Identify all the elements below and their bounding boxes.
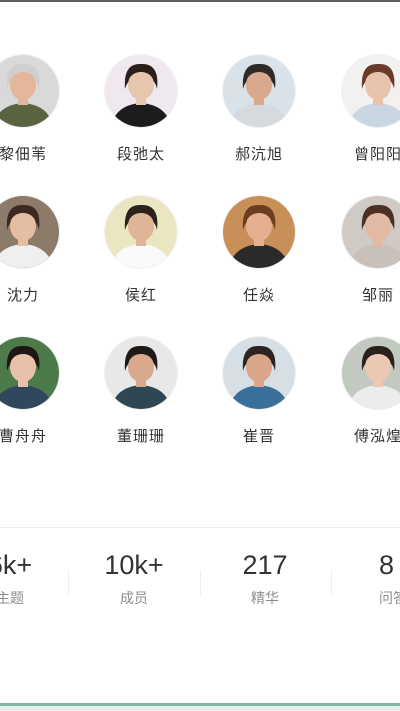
avatar[interactable] — [0, 337, 59, 409]
stat-label: 成员 — [120, 591, 148, 607]
member-item[interactable]: 傅泓煌 — [333, 337, 400, 446]
member-item[interactable]: 崔晋 — [214, 337, 304, 446]
avatar[interactable] — [342, 55, 400, 127]
member-name: 黎佃苇 — [0, 145, 47, 163]
avatar[interactable] — [105, 196, 177, 268]
stat-separator — [331, 570, 332, 596]
member-item[interactable]: 董珊珊 — [96, 337, 186, 446]
member-name: 崔晋 — [242, 427, 275, 445]
member-name: 任焱 — [242, 286, 275, 304]
member-name: 曾阳阳 — [353, 145, 400, 163]
member-item[interactable]: 邹丽 — [333, 196, 400, 305]
section-divider — [0, 527, 400, 528]
avatar-photo-icon — [342, 55, 400, 127]
stat-featured[interactable]: 217 精华 — [210, 548, 320, 608]
member-item[interactable]: 侯红 — [96, 196, 186, 305]
member-item[interactable]: 任焱 — [214, 196, 304, 305]
member-item[interactable]: 曾阳阳 — [333, 55, 400, 164]
member-name: 侯红 — [124, 286, 157, 304]
stat-value: 8 — [379, 550, 395, 580]
avatar[interactable] — [342, 337, 400, 409]
member-item[interactable]: 段弛太 — [96, 55, 186, 164]
member-item[interactable]: 沈力 — [0, 196, 68, 305]
avatar-photo-icon — [105, 55, 177, 127]
avatar-photo-icon — [223, 55, 295, 127]
member-item[interactable]: 黎佃苇 — [0, 55, 68, 164]
member-name: 段弛太 — [116, 145, 165, 163]
stat-separator — [200, 570, 201, 596]
stat-value: 10k+ — [104, 550, 164, 580]
stat-label: 精华 — [251, 591, 279, 607]
stat-label: 问答 — [379, 591, 400, 607]
avatar[interactable] — [0, 55, 59, 127]
avatar-photo-icon — [0, 55, 59, 127]
member-item[interactable]: 郝沆旭 — [214, 55, 304, 164]
avatar[interactable] — [0, 196, 59, 268]
stat-qa[interactable]: 8 问答 — [352, 548, 400, 608]
avatar-photo-icon — [223, 337, 295, 409]
avatar-photo-icon — [0, 337, 59, 409]
avatar-photo-icon — [105, 196, 177, 268]
member-name: 邹丽 — [361, 286, 394, 304]
member-grid: 黎佃苇 段弛太 郝沆旭 曾阳阳 沈力 侯红 任焱 邹丽 曹舟舟 董珊珊 崔晋 傅… — [0, 0, 400, 470]
avatar[interactable] — [105, 55, 177, 127]
member-name: 曹舟舟 — [0, 427, 47, 445]
avatar-photo-icon — [0, 196, 59, 268]
avatar[interactable] — [223, 196, 295, 268]
member-name: 傅泓煌 — [353, 427, 400, 445]
avatar-photo-icon — [342, 337, 400, 409]
stat-value: 6k+ — [0, 550, 33, 580]
avatar-photo-icon — [105, 337, 177, 409]
stat-members[interactable]: 10k+ 成员 — [79, 548, 189, 608]
avatar-photo-icon — [342, 196, 400, 268]
stat-topics[interactable]: 6k+ 主题 — [0, 548, 65, 608]
avatar[interactable] — [223, 55, 295, 127]
stat-value: 217 — [242, 550, 288, 580]
stat-separator — [68, 570, 69, 596]
bottom-bar — [0, 703, 400, 711]
member-item[interactable]: 曹舟舟 — [0, 337, 68, 446]
member-name: 沈力 — [6, 286, 39, 304]
stat-label: 主题 — [0, 591, 24, 607]
member-name: 董珊珊 — [116, 427, 165, 445]
avatar[interactable] — [342, 196, 400, 268]
avatar-photo-icon — [223, 196, 295, 268]
stats-bar: 6k+ 主题 10k+ 成员 217 精华 8 问答 — [0, 548, 400, 618]
avatar[interactable] — [223, 337, 295, 409]
member-name: 郝沆旭 — [234, 145, 283, 163]
avatar[interactable] — [105, 337, 177, 409]
